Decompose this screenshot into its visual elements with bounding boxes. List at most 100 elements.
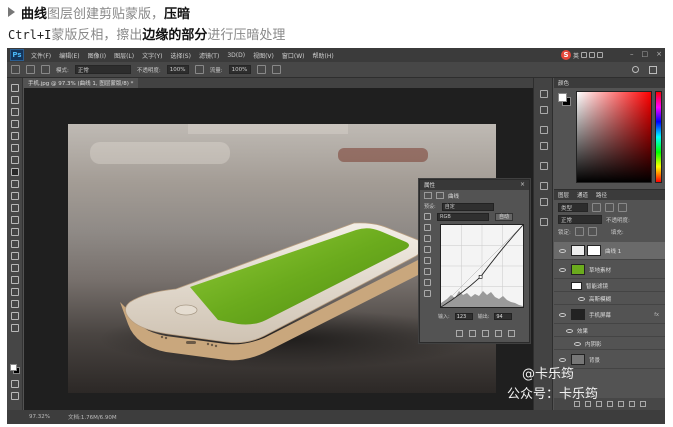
properties-close-icon[interactable]: × (520, 181, 525, 188)
layer-kind-select[interactable]: 类型 (558, 203, 588, 212)
mode-select[interactable]: 正常 (74, 65, 131, 74)
visibility-icon[interactable] (495, 330, 502, 337)
history-panel-icon[interactable] (540, 90, 548, 98)
document-size[interactable]: 文档:1.76M/6.90M (68, 413, 117, 421)
filter-adjust-icon[interactable] (605, 203, 614, 212)
smart-filter-mask-thumbnail[interactable] (571, 281, 582, 290)
menu-layer[interactable]: 图层(L) (110, 51, 138, 60)
menu-image[interactable]: 图像(I) (84, 51, 110, 60)
layer-row-curves[interactable]: 曲线 1 (554, 242, 665, 260)
character-panel-icon[interactable] (540, 182, 548, 190)
brush-panel-icon[interactable] (41, 65, 50, 74)
channels-tab[interactable]: 通道 (577, 191, 588, 199)
adjustments-panel-icon[interactable] (540, 218, 548, 226)
delete-icon[interactable] (508, 330, 515, 337)
layer-row-gaussian-blur[interactable]: 高斯模糊 (554, 293, 665, 305)
new-group-icon[interactable] (617, 401, 624, 407)
input-field[interactable]: 123 (454, 313, 473, 320)
layer-row-phone-screen[interactable]: 手机屏幕 fx (554, 306, 665, 324)
document-tab[interactable]: 手机.jpg @ 97.3% (曲线 1, 图层蒙版/8) * (23, 78, 139, 88)
foreground-color-swatch[interactable] (10, 364, 17, 371)
ime-toolbar[interactable]: S 英 (560, 50, 603, 60)
layer-fx-badge[interactable]: fx (654, 312, 659, 318)
preset-select[interactable]: 自定 (441, 202, 494, 211)
color-panel-tab[interactable]: 颜色 (558, 79, 569, 87)
curve-smooth-icon[interactable] (424, 279, 431, 286)
layer-row-effects[interactable]: 效果 (554, 325, 665, 337)
auto-button[interactable]: 自动 (495, 212, 514, 221)
move-tool-icon[interactable] (11, 84, 19, 92)
curve-graph-svg[interactable] (440, 224, 524, 308)
workspace-icon[interactable] (649, 66, 657, 74)
lasso-tool-icon[interactable] (11, 108, 19, 116)
maximize-button[interactable]: □ (642, 50, 649, 58)
hue-slider[interactable] (655, 91, 662, 183)
new-layer-icon[interactable] (628, 401, 635, 407)
menu-select[interactable]: 选择(S) (166, 51, 195, 60)
paragraph-panel-icon[interactable] (540, 198, 548, 206)
airbrush-icon[interactable] (256, 65, 266, 74)
reset-icon[interactable] (482, 330, 489, 337)
curve-graph[interactable] (440, 224, 524, 308)
zoom-tool-icon[interactable] (11, 312, 19, 320)
view-previous-icon[interactable] (469, 330, 476, 337)
ime-mic-icon[interactable] (589, 52, 595, 58)
delete-layer-icon[interactable] (639, 401, 646, 407)
visibility-eye-icon[interactable] (559, 267, 566, 272)
brush-settings-icon[interactable] (540, 142, 548, 150)
layer-row-smart-filters[interactable]: 智能滤镜 (554, 280, 665, 292)
info-panel-icon[interactable] (540, 162, 548, 170)
color-picker-field[interactable] (576, 91, 652, 183)
curve-edit-points-icon[interactable] (424, 257, 431, 264)
history-brush-tool-icon[interactable] (11, 192, 19, 200)
actions-panel-icon[interactable] (540, 106, 548, 114)
ime-keyboard-icon[interactable] (597, 52, 603, 58)
clip-to-layer-icon[interactable] (456, 330, 463, 337)
menu-edit[interactable]: 编辑(E) (55, 51, 83, 60)
visibility-eye-icon[interactable] (559, 248, 566, 253)
pressure-opacity-icon[interactable] (194, 65, 204, 74)
pressure-size-icon[interactable] (271, 65, 281, 74)
path-select-tool-icon[interactable] (11, 276, 19, 284)
paths-tab[interactable]: 路径 (596, 191, 607, 199)
edit-toolbar-icon[interactable] (11, 324, 19, 332)
filter-pixel-icon[interactable] (592, 203, 601, 212)
output-field[interactable]: 94 (494, 313, 513, 320)
eraser-tool-icon[interactable] (11, 204, 19, 212)
menu-file[interactable]: 文件(F) (27, 51, 55, 60)
blur-tool-icon[interactable] (11, 228, 19, 236)
filter-type-icon[interactable] (618, 203, 627, 212)
ime-moon-icon[interactable] (581, 52, 587, 58)
pen-tool-icon[interactable] (11, 252, 19, 260)
shape-tool-icon[interactable] (11, 288, 19, 296)
ime-mode[interactable]: 英 (573, 51, 579, 60)
white-point-eyedropper-icon[interactable] (424, 246, 431, 253)
clone-stamp-tool-icon[interactable] (11, 180, 19, 188)
lock-pixels-icon[interactable] (574, 227, 584, 236)
layers-tab[interactable]: 图层 (558, 191, 569, 199)
lock-position-icon[interactable] (587, 227, 597, 236)
layer-row-grass[interactable]: 草地素材 (554, 261, 665, 279)
brush-size-icon[interactable] (26, 65, 35, 74)
blend-mode-select[interactable]: 正常 (558, 215, 602, 224)
curves-mask-thumbnail[interactable] (587, 245, 601, 256)
menu-3d[interactable]: 3D(D) (223, 52, 249, 59)
minimize-button[interactable]: – (630, 50, 634, 58)
menu-view[interactable]: 视图(V) (249, 51, 278, 60)
flow-input[interactable]: 100% (228, 65, 251, 74)
new-adjustment-icon[interactable] (606, 401, 613, 407)
visibility-eye-icon[interactable] (578, 296, 585, 301)
screen-mode-icon[interactable] (11, 392, 19, 400)
curves-adjustment-icon[interactable] (424, 192, 432, 199)
curve-control-point[interactable] (478, 274, 483, 279)
menu-help[interactable]: 帮助(H) (309, 51, 338, 60)
clipping-warning-icon[interactable] (424, 290, 431, 297)
healing-brush-tool-icon[interactable] (11, 156, 19, 164)
hand-tool-icon[interactable] (11, 300, 19, 308)
layer-row-inner-shadow[interactable]: 内阴影 (554, 338, 665, 350)
mask-icon[interactable] (436, 192, 444, 199)
zoom-level[interactable]: 97.32% (29, 414, 50, 420)
gradient-tool-icon[interactable] (11, 216, 19, 224)
dodge-tool-icon[interactable] (11, 240, 19, 248)
curve-pencil-icon[interactable] (424, 268, 431, 275)
